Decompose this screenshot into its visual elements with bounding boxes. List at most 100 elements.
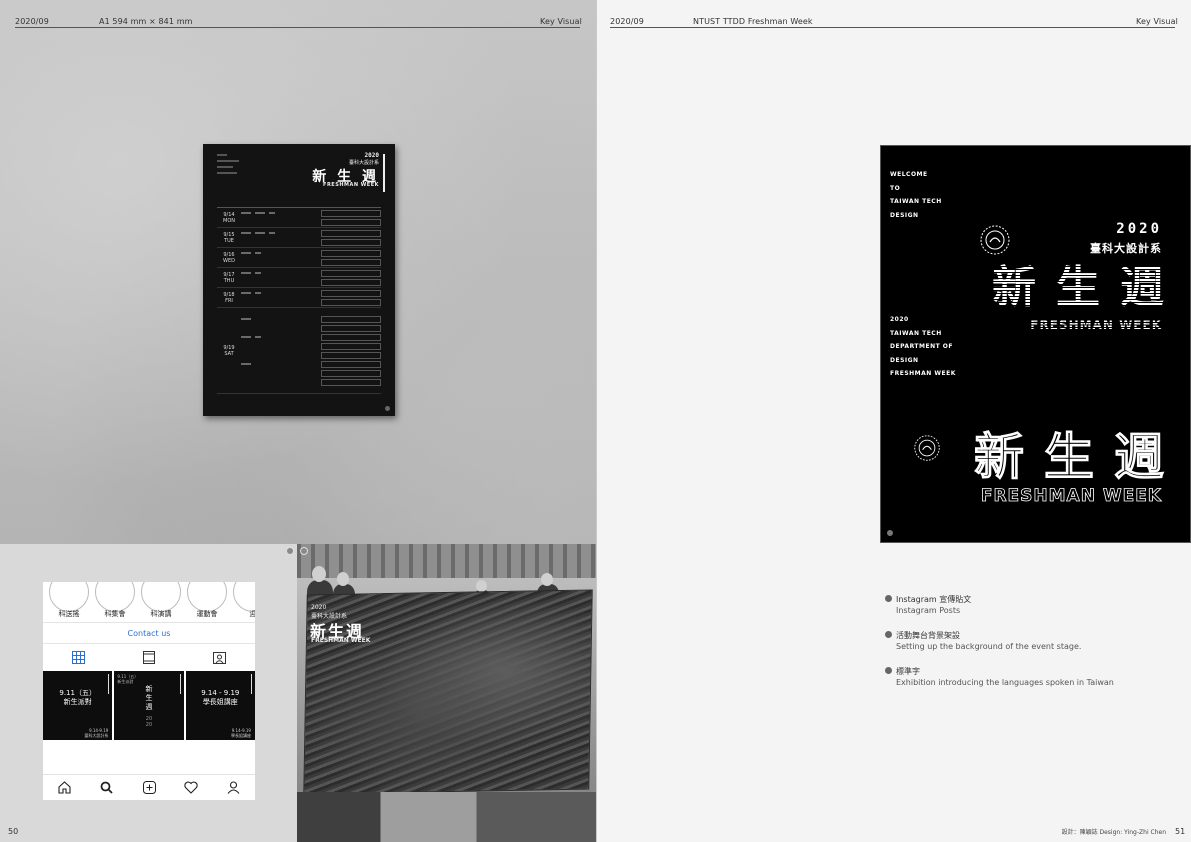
poster-day: 9/14 MON (223, 211, 235, 224)
caption-zh: 標準字 (896, 667, 920, 676)
caption-bullet (885, 595, 892, 602)
person-head (541, 573, 553, 586)
person-head (337, 572, 349, 586)
post-tile[interactable]: 9.14 - 9.19 學長姐講座 9.14-9.19 學長姐講座 (185, 671, 255, 740)
story-label: 科演講 (150, 610, 172, 618)
nav-profile[interactable] (213, 775, 255, 800)
grid-icon (71, 650, 85, 664)
poster-title-en: FRESHMAN WEEK (323, 182, 379, 188)
poster-day: 9/15 TUE (223, 231, 235, 244)
banner-year: 2020 (311, 604, 327, 611)
poster-accent-bar (383, 154, 385, 192)
post-tile[interactable]: 9.11（五） 新生派對 9.14-9.19 臺科大設計系 (43, 671, 113, 740)
poster-dot (385, 406, 390, 411)
tagged-icon (213, 651, 227, 664)
story-label: 科集會 (104, 610, 126, 618)
caption-item: 標準字 Exhibition introducing the languages… (885, 666, 1175, 688)
caption-list: Instagram 宣傳貼文 Instagram Posts 活動舞台背景架設 … (885, 594, 1175, 702)
post-header: 9.11（五） 新生派對 (117, 674, 139, 684)
story-circle[interactable] (49, 582, 89, 612)
kv-dept: 臺科大設計系 (1090, 242, 1162, 255)
post-date: 9.14 - 9.19 (201, 689, 240, 697)
story-label: 運動會 (196, 610, 218, 618)
home-icon (58, 781, 71, 794)
caption-en: Exhibition introducing the languages spo… (896, 678, 1114, 687)
post-title: 新生派對 (63, 698, 92, 706)
story-circle[interactable] (95, 582, 135, 612)
kv-title-striped: 新生週 (992, 262, 1184, 313)
poster-dept: 臺科大設計系 (348, 160, 379, 166)
post-footer: 9.14-9.19 臺科大設計系 (84, 728, 109, 738)
poster-day: 9/16 WED (223, 251, 235, 264)
story-label: 迎 (249, 610, 256, 618)
kv-welcome-text: WELCOME TO TAIWAN TECH DESIGN (890, 171, 942, 219)
post-title: 學長姐講座 (202, 698, 238, 706)
story-circle[interactable] (141, 582, 181, 612)
schedule-poster: 2020 臺科大設計系 新 生 週 FRESHMAN WEEK 9/14 MON … (203, 144, 395, 416)
nav-add[interactable] (128, 775, 170, 800)
nav-activity[interactable] (170, 775, 212, 800)
poster-info-block (217, 154, 247, 178)
poster-day: 9/18 FRI (223, 291, 235, 304)
caption-zh: 活動舞台背景架設 (896, 631, 960, 640)
story-circle[interactable] (187, 582, 227, 612)
caption-marker (286, 547, 294, 555)
post-tile[interactable]: 9.11（五） 新生派對 新 生 週 20 20 (114, 671, 184, 740)
kv-title-en-outline: FRESHMAN WEEK (980, 486, 1162, 507)
post-title: 新 生 週 (145, 685, 153, 711)
caption-en: Instagram Posts (896, 606, 961, 615)
poster-schedule-table: 9/14 MON 9/15 TUE 9/16 WED 9/17 THU 9/18 FRI … (217, 202, 381, 394)
nav-home[interactable] (43, 775, 85, 800)
caption-item: Instagram 宣傳貼文 Instagram Posts (885, 594, 1175, 616)
story-label: 科送搖 (58, 610, 80, 618)
banner-title-en: FRESHMAN WEEK (311, 637, 371, 644)
heart-icon (184, 781, 199, 794)
post-date: 9.11（五） (59, 689, 96, 697)
profile-empty-area (43, 740, 255, 774)
reels-tab[interactable] (114, 644, 185, 670)
key-visual-poster: WELCOME TO TAIWAN TECH DESIGN 2020 臺科大設計… (880, 145, 1191, 543)
kv-year: 2020 (1116, 221, 1162, 237)
stage-banner-photo: 2020 臺科大設計系 新生週 FRESHMAN WEEK (297, 544, 596, 842)
stage-floor (297, 792, 596, 842)
right-page-number: 51 (1175, 827, 1186, 836)
search-icon (100, 781, 113, 794)
reels-icon (143, 650, 155, 664)
nav-search[interactable] (85, 775, 127, 800)
kv-title-outline: 新生週 (974, 428, 1184, 486)
caption-bullet (885, 631, 892, 638)
left-page-number: 50 (8, 827, 19, 836)
profile-icon (227, 781, 240, 794)
poster-row: 9/15 TUE (217, 228, 381, 248)
instagram-profile-mockup: 科送搖 科集會 科演講 運動會 迎 Contact us 9.11（五） 新生派… (43, 582, 255, 800)
department-seal-icon (980, 225, 1010, 255)
poster-row: 9/16 WED (217, 248, 381, 268)
grid-tab[interactable] (43, 644, 114, 670)
story-highlights: 科送搖 科集會 科演講 運動會 迎 (43, 582, 255, 620)
right-header-rule (610, 27, 1175, 28)
contact-us-button[interactable]: Contact us (43, 622, 255, 644)
caption-bullet (885, 667, 892, 674)
kv-title-en-striped: FRESHMAN WEEK (1030, 318, 1162, 332)
add-post-icon (142, 781, 156, 794)
poster-row: 9/17 THU (217, 268, 381, 288)
kv-info-text: 2020 TAIWAN TECH DEPARTMENT OF DESIGN FR… (890, 316, 956, 377)
poster-day: 9/19 SAT (223, 344, 235, 357)
poster-year: 2020 (364, 152, 379, 159)
caption-marker (300, 547, 308, 555)
person-head (476, 580, 487, 592)
story-circle[interactable] (233, 582, 255, 612)
caption-en: Setting up the background of the event s… (896, 642, 1082, 651)
tagged-tab[interactable] (184, 644, 255, 670)
post-grid: 9.11（五） 新生派對 9.14-9.19 臺科大設計系 9.11（五） 新生… (43, 671, 255, 740)
design-credit: 設計：陳穎誌 Design: Ying-Zhi Chen (1061, 829, 1166, 836)
department-seal-outline-icon (914, 435, 940, 461)
caption-item: 活動舞台背景架設 Setting up the background of th… (885, 630, 1175, 652)
person-head (312, 566, 326, 582)
post-footer: 9.14-9.19 學長姐講座 (230, 728, 251, 738)
poster-row: 9/14 MON (217, 208, 381, 228)
poster-day: 9/17 THU (223, 271, 235, 284)
left-header-rule (15, 27, 580, 28)
poster-row: 9/19 SAT (217, 308, 381, 394)
post-year: 20 20 (145, 716, 153, 728)
